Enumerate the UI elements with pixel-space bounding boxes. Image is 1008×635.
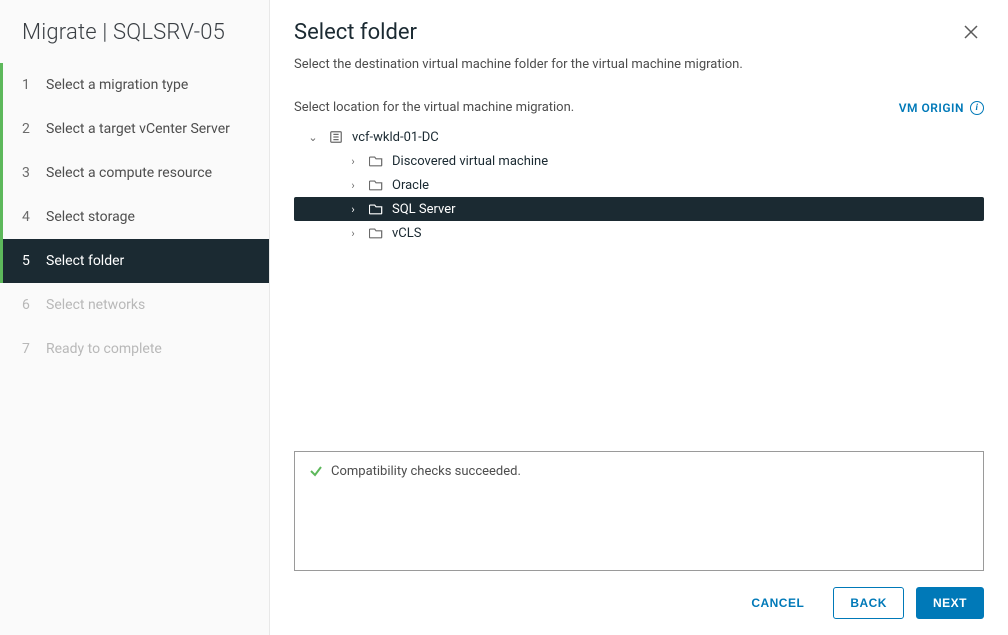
chevron-down-icon: ⌄ — [306, 131, 320, 144]
vm-origin-label: VM ORIGIN — [899, 101, 964, 115]
wizard-sidebar: Migrate | SQLSRV-05 1 Select a migration … — [0, 0, 270, 635]
folder-tree: ⌄ vcf-wkld-01-DC › Discovered virtual machi… — [294, 125, 984, 245]
back-button[interactable]: BACK — [833, 587, 904, 619]
cancel-button[interactable]: CANCEL — [734, 587, 821, 619]
tree-node-label: Oracle — [392, 178, 429, 193]
step-number: 5 — [22, 253, 32, 269]
wizard-step-5[interactable]: 5 Select folder — [0, 239, 269, 283]
next-button[interactable]: NEXT — [916, 587, 984, 619]
folder-icon — [368, 153, 384, 169]
page-title: Select folder — [294, 20, 417, 45]
check-icon — [309, 464, 323, 478]
step-label: Select a migration type — [46, 77, 188, 93]
step-label: Select folder — [46, 253, 124, 269]
folder-icon — [368, 201, 384, 217]
tree-node-label: Discovered virtual machine — [392, 154, 548, 169]
step-number: 3 — [22, 165, 32, 181]
wizard-footer: CANCEL BACK NEXT — [294, 571, 984, 619]
step-label: Select a target vCenter Server — [46, 121, 230, 137]
folder-icon — [368, 177, 384, 193]
wizard-main: Select folder Select the destination vir… — [270, 0, 1008, 635]
step-number: 7 — [22, 341, 32, 357]
chevron-right-icon: › — [346, 179, 360, 192]
chevron-right-icon: › — [346, 155, 360, 168]
migration-wizard: Migrate | SQLSRV-05 1 Select a migration … — [0, 0, 1008, 635]
step-number: 2 — [22, 121, 32, 137]
step-label: Ready to complete — [46, 341, 162, 357]
vm-origin-link[interactable]: VM ORIGIN i — [899, 101, 984, 115]
wizard-step-3[interactable]: 3 Select a compute resource — [0, 151, 269, 195]
wizard-steps: 1 Select a migration type 2 Select a target… — [0, 63, 269, 371]
tree-node-root[interactable]: ⌄ vcf-wkld-01-DC — [294, 125, 984, 149]
compatibility-box: Compatibility checks succeeded. — [294, 451, 984, 571]
location-instruction: Select location for the virtual machine … — [294, 100, 574, 115]
step-number: 4 — [22, 209, 32, 225]
location-row: Select location for the virtual machine … — [294, 100, 984, 115]
main-header: Select folder — [294, 20, 984, 45]
chevron-right-icon: › — [346, 203, 360, 216]
tree-node-folder[interactable]: › SQL Server — [294, 197, 984, 221]
wizard-step-2[interactable]: 2 Select a target vCenter Server — [0, 107, 269, 151]
close-icon — [964, 25, 978, 39]
chevron-right-icon: › — [346, 227, 360, 240]
step-label: Select networks — [46, 297, 145, 313]
tree-node-folder[interactable]: › vCLS — [294, 221, 984, 245]
datacenter-icon — [328, 129, 344, 145]
tree-node-label: SQL Server — [392, 202, 456, 217]
wizard-step-1[interactable]: 1 Select a migration type — [0, 63, 269, 107]
step-number: 1 — [22, 77, 32, 93]
step-label: Select a compute resource — [46, 165, 212, 181]
tree-node-folder[interactable]: › Discovered virtual machine — [294, 149, 984, 173]
close-button[interactable] — [958, 20, 984, 44]
wizard-step-7: 7 Ready to complete — [0, 327, 269, 371]
tree-node-label: vCLS — [392, 226, 421, 241]
tree-node-label: vcf-wkld-01-DC — [352, 130, 439, 145]
page-subtitle: Select the destination virtual machine f… — [294, 57, 984, 72]
wizard-step-6: 6 Select networks — [0, 283, 269, 327]
info-icon: i — [970, 101, 984, 115]
step-number: 6 — [22, 297, 32, 313]
step-label: Select storage — [46, 209, 135, 225]
folder-icon — [368, 225, 384, 241]
tree-node-folder[interactable]: › Oracle — [294, 173, 984, 197]
wizard-title: Migrate | SQLSRV-05 — [0, 0, 269, 63]
compatibility-message: Compatibility checks succeeded. — [331, 464, 521, 479]
wizard-step-4[interactable]: 4 Select storage — [0, 195, 269, 239]
